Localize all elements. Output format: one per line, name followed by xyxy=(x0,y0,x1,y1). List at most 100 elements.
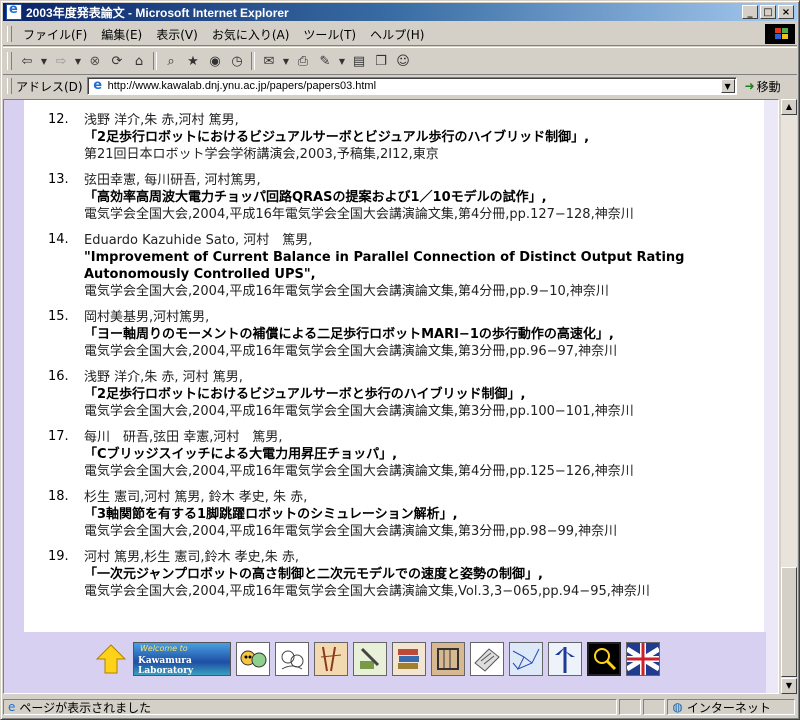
nav-footer: Welcome to Kawamura Laboratory xyxy=(24,632,766,693)
status-pane xyxy=(619,699,642,715)
address-url[interactable]: http://www.kawalab.dnj.ynu.ac.jp/papers/… xyxy=(108,80,376,92)
status-text: e ページが表示されました xyxy=(3,699,618,715)
item-title: 「2足歩行ロボットにおけるビジュアルサーボとビジュアル歩行のハイブリッド制御」, xyxy=(84,130,590,145)
status-bar: e ページが表示されました ◍ インターネット xyxy=(3,697,797,717)
ie-icon xyxy=(6,2,22,20)
edit-dropdown-icon[interactable]: ▼ xyxy=(337,51,347,71)
item-authors: 浅野 洋介,朱 赤, 河村 篤男, xyxy=(84,370,243,385)
lab-logo[interactable]: Welcome to Kawamura Laboratory xyxy=(133,642,231,676)
go-arrow-icon: ➜ xyxy=(744,79,755,93)
minimize-button[interactable]: _ xyxy=(742,5,758,19)
history-icon[interactable]: ◷ xyxy=(227,51,247,71)
zone-pane: ◍ インターネット xyxy=(667,699,796,715)
back-icon[interactable]: ⇦ xyxy=(17,51,37,71)
mail-icon[interactable]: ✉ xyxy=(259,51,279,71)
search-icon[interactable]: ⌕ xyxy=(161,51,181,71)
favorites-icon[interactable]: ★ xyxy=(183,51,203,71)
up-arrow-icon[interactable] xyxy=(94,642,128,676)
item-authors: 每川 研吾,弦田 幸憲,河村 篤男, xyxy=(84,430,283,445)
item-title: 「3軸関節を有する1脚跳躍ロボットのシミュレーション解析」, xyxy=(84,507,458,522)
research-group-icon[interactable] xyxy=(275,642,309,676)
vertical-scrollbar[interactable]: ▲ ▼ xyxy=(781,99,797,694)
forward-dropdown-icon[interactable]: ▼ xyxy=(73,51,83,71)
windows-logo-icon xyxy=(765,24,795,44)
news-icon[interactable] xyxy=(470,642,504,676)
robot-icon[interactable] xyxy=(314,642,348,676)
address-dropdown-icon[interactable]: ▼ xyxy=(720,79,735,93)
go-label: 移動 xyxy=(756,79,781,94)
item-authors: 岡村美基男,河村篤男, xyxy=(84,310,210,325)
list-item: 16. 浅野 洋介,朱 赤, 河村 篤男, 「2足歩行ロボットにおけるビジュアル… xyxy=(48,369,748,420)
toolbar-separator xyxy=(153,52,157,70)
menu-help[interactable]: ヘルプ(H) xyxy=(363,26,431,43)
item-venue: 第21回日本ロボット学会学術講演会,2003,予稿集,2I12,東京 xyxy=(84,147,439,162)
edit-icon[interactable]: ✎ xyxy=(315,51,335,71)
mail-dropdown-icon[interactable]: ▼ xyxy=(281,51,291,71)
search-page-icon[interactable] xyxy=(587,642,621,676)
toolbar-grip xyxy=(7,52,12,70)
list-item: 15. 岡村美基男,河村篤男, 「ヨー軸周りのモーメントの補償による二足歩行ロボ… xyxy=(48,309,748,360)
print-icon[interactable]: ⎙ xyxy=(293,51,313,71)
item-number: 14. xyxy=(48,232,69,247)
home-icon[interactable]: ⌂ xyxy=(129,51,149,71)
refresh-icon[interactable]: ⟳ xyxy=(107,51,127,71)
messenger-icon[interactable]: ☺ xyxy=(393,51,413,71)
item-title: 「一次元ジャンプロボットの高さ制御と二次元モデルでの速度と姿勢の制御」, xyxy=(84,567,543,582)
research-icon[interactable]: ❐ xyxy=(371,51,391,71)
item-venue: 電気学会全国大会,2004,平成16年電気学会全国大会講演論文集,第4分冊,pp… xyxy=(84,207,634,222)
item-venue: 電気学会全国大会,2004,平成16年電気学会全国大会講演論文集,第3分冊,pp… xyxy=(84,344,618,359)
menu-file[interactable]: ファイル(F) xyxy=(16,26,94,43)
status-message: ページが表示されました xyxy=(19,700,152,715)
item-number: 12. xyxy=(48,112,69,127)
discuss-icon[interactable]: ▤ xyxy=(349,51,369,71)
standard-toolbar: ⇦ ▼ ⇨ ▼ ⊗ ⟳ ⌂ ⌕ ★ ◉ ◷ ✉ ▼ ⎙ ✎ ▼ ▤ ❐ ☺ xyxy=(3,47,797,75)
address-input[interactable]: e http://www.kawalab.dnj.ynu.ac.jp/paper… xyxy=(86,77,737,95)
equipment-icon[interactable] xyxy=(431,642,465,676)
back-dropdown-icon[interactable]: ▼ xyxy=(39,51,49,71)
list-item: 12. 浅野 洋介,朱 赤,河村 篤男, 「2足歩行ロボットにおけるビジュアルサ… xyxy=(48,112,748,163)
left-border xyxy=(4,100,24,693)
media-icon[interactable]: ◉ xyxy=(205,51,225,71)
item-authors: Eduardo Kazuhide Sato, 河村 篤男, xyxy=(84,233,313,248)
menu-favorites[interactable]: お気に入り(A) xyxy=(205,26,297,43)
item-authors: 浅野 洋介,朱 赤,河村 篤男, xyxy=(84,113,239,128)
list-item: 17. 每川 研吾,弦田 幸憲,河村 篤男, 「Cブリッジスイッチによる大電力用… xyxy=(48,429,748,480)
page-icon: e xyxy=(93,78,103,93)
item-number: 16. xyxy=(48,369,69,384)
list-item: 14. Eduardo Kazuhide Sato, 河村 篤男, "Impro… xyxy=(48,232,748,300)
window-title: 2003年度発表論文 - Microsoft Internet Explorer xyxy=(26,5,289,20)
address-label: アドレス(D) xyxy=(16,79,83,94)
item-venue: 電気学会全国大会,2004,平成16年電気学会全国大会講演論文集,第4分冊,pp… xyxy=(84,464,634,479)
scroll-thumb[interactable] xyxy=(781,567,797,677)
maximize-button[interactable]: □ xyxy=(760,5,776,19)
menu-view[interactable]: 表示(V) xyxy=(149,26,205,43)
right-border xyxy=(764,100,778,693)
menu-edit[interactable]: 編集(E) xyxy=(94,26,149,43)
item-number: 13. xyxy=(48,172,69,187)
globe-icon: ◍ xyxy=(672,700,683,714)
item-venue: 電気学会全国大会,2004,平成16年電気学会全国大会講演論文集,第3分冊,pp… xyxy=(84,404,634,419)
members-icon[interactable] xyxy=(236,642,270,676)
stop-icon[interactable]: ⊗ xyxy=(85,51,105,71)
address-grip xyxy=(7,78,12,94)
close-button[interactable]: × xyxy=(778,5,794,19)
item-title: 「Cブリッジスイッチによる大電力用昇圧チョッパ」, xyxy=(84,447,398,462)
network-icon[interactable] xyxy=(509,642,543,676)
english-flag-icon[interactable] xyxy=(626,642,660,676)
menu-bar: ファイル(F) 編集(E) 表示(V) お気に入り(A) ツール(T) ヘルプ(… xyxy=(3,23,797,46)
list-item: 13. 弦田幸憲, 每川研吾, 河村篤男, 「高効率高周波大電力チョッパ回路QR… xyxy=(48,172,748,223)
access-icon[interactable] xyxy=(548,642,582,676)
list-item: 18. 杉生 憲司,河村 篤男, 鈴木 孝史, 朱 赤, 「3軸関節を有する1脚… xyxy=(48,489,748,540)
menu-tools[interactable]: ツール(T) xyxy=(296,26,363,43)
forward-icon[interactable]: ⇨ xyxy=(51,51,71,71)
go-button[interactable]: ➜ 移動 xyxy=(745,78,781,95)
browser-window: 2003年度発表論文 - Microsoft Internet Explorer… xyxy=(0,0,800,720)
paper-list: 12. 浅野 洋介,朱 赤,河村 篤男, 「2足歩行ロボットにおけるビジュアルサ… xyxy=(48,112,748,609)
address-bar: アドレス(D) e http://www.kawalab.dnj.ynu.ac.… xyxy=(3,75,797,97)
menu-grip xyxy=(7,26,12,42)
scroll-up-icon[interactable]: ▲ xyxy=(781,99,797,115)
scroll-down-icon[interactable]: ▼ xyxy=(781,678,797,694)
item-venue: 電気学会全国大会,2004,平成16年電気学会全国大会講演論文集,第3分冊,pp… xyxy=(84,524,618,539)
tools-icon[interactable] xyxy=(353,642,387,676)
papers-icon[interactable] xyxy=(392,642,426,676)
